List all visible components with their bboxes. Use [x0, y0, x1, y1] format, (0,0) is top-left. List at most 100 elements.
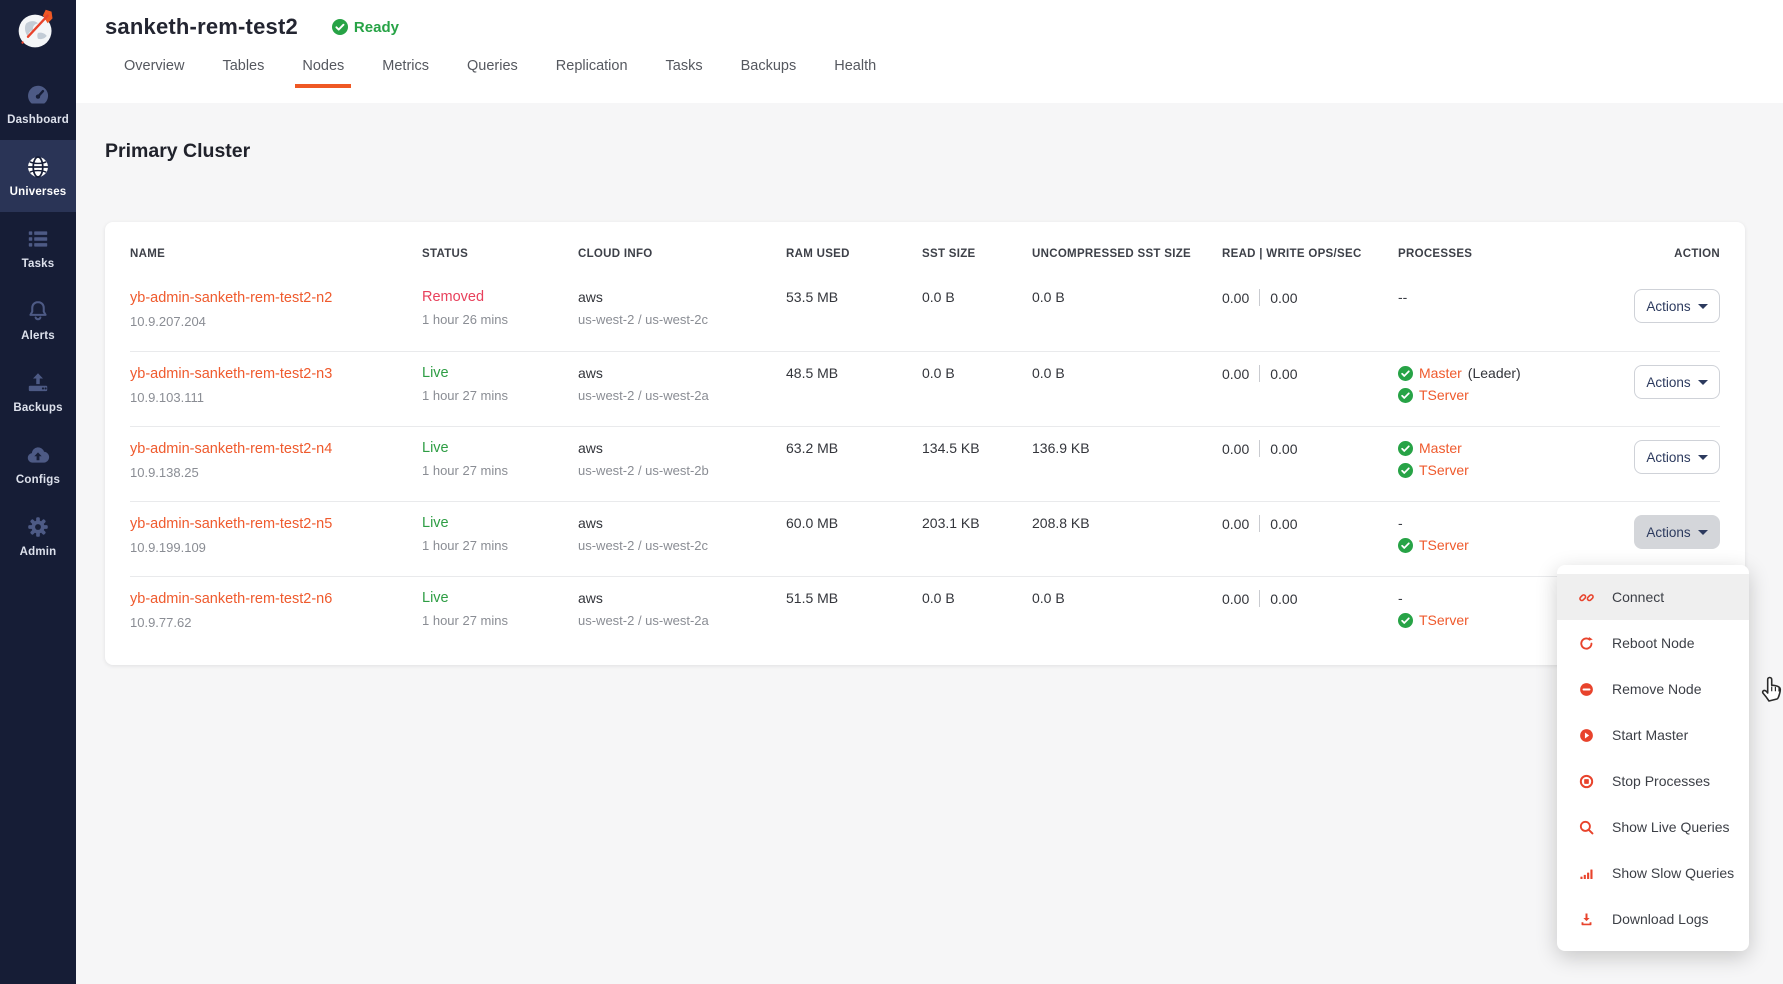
- process-line: TServer: [1398, 387, 1598, 403]
- ops-divider: [1259, 440, 1260, 457]
- caret-down-icon: [1698, 380, 1708, 385]
- sidebar-item-label: Configs: [16, 474, 60, 486]
- process-label[interactable]: Master: [1419, 365, 1462, 381]
- actions-button[interactable]: Actions: [1634, 515, 1720, 549]
- status-cell: Live1 hour 27 mins: [422, 440, 578, 478]
- actions-button[interactable]: Actions: [1634, 365, 1720, 399]
- ram-used-cell: 63.2 MB: [786, 440, 922, 456]
- sidebar-item-configs[interactable]: Configs: [0, 428, 76, 500]
- node-name-link[interactable]: yb-admin-sanketh-rem-test2-n2: [130, 290, 332, 306]
- process-label[interactable]: TServer: [1419, 462, 1469, 478]
- node-name-link[interactable]: yb-admin-sanketh-rem-test2-n6: [130, 591, 332, 607]
- tab-tables[interactable]: Tables: [203, 44, 283, 88]
- sst-size-cell: 134.5 KB: [922, 440, 1032, 456]
- tab-backups[interactable]: Backups: [722, 44, 816, 88]
- read-ops: 0.00: [1222, 290, 1249, 306]
- sidebar-item-label: Alerts: [21, 330, 55, 342]
- check-circle-icon: [1398, 538, 1413, 553]
- cloud-region: us-west-2 / us-west-2c: [578, 312, 786, 327]
- node-status: Live: [422, 515, 578, 531]
- table-row: yb-admin-sanketh-rem-test2-n5 10.9.199.10…: [130, 501, 1720, 576]
- process-label[interactable]: Master: [1419, 440, 1462, 456]
- actions-button[interactable]: Actions: [1634, 440, 1720, 474]
- node-name-link[interactable]: yb-admin-sanketh-rem-test2-n4: [130, 441, 332, 457]
- node-name-link[interactable]: yb-admin-sanketh-rem-test2-n5: [130, 516, 332, 532]
- ram-used-cell: 53.5 MB: [786, 289, 922, 305]
- column-header: CLOUD INFO: [578, 248, 786, 260]
- node-name-link[interactable]: yb-admin-sanketh-rem-test2-n3: [130, 366, 332, 382]
- tab-replication[interactable]: Replication: [537, 44, 647, 88]
- ram-used-cell: 48.5 MB: [786, 365, 922, 381]
- tab-queries[interactable]: Queries: [448, 44, 537, 88]
- configs-icon: [25, 442, 51, 468]
- sidebar-item-backups[interactable]: Backups: [0, 356, 76, 428]
- play-circle-icon: [1578, 727, 1595, 744]
- actions-dropdown-menu: Connect Reboot NodeRemove NodeStart Maste…: [1557, 565, 1749, 951]
- name-cell: yb-admin-sanketh-rem-test2-n5 10.9.199.10…: [130, 515, 422, 555]
- process-label: --: [1398, 289, 1407, 305]
- status-cell: Removed1 hour 26 mins: [422, 289, 578, 327]
- node-ip: 10.9.138.25: [130, 465, 422, 480]
- sst-size-cell: 0.0 B: [922, 590, 1032, 606]
- sst-size-cell: 0.0 B: [922, 365, 1032, 381]
- menu-item-connect[interactable]: Connect: [1557, 574, 1749, 620]
- read-ops: 0.00: [1222, 516, 1249, 532]
- actions-button[interactable]: Actions: [1634, 289, 1720, 323]
- menu-item-download-logs[interactable]: Download Logs: [1557, 896, 1749, 942]
- menu-item-stop-processes[interactable]: Stop Processes: [1557, 758, 1749, 804]
- uncompressed-sst-cell: 136.9 KB: [1032, 440, 1222, 456]
- app-logo[interactable]: [0, 0, 76, 62]
- status-cell: Live1 hour 27 mins: [422, 590, 578, 628]
- ops-divider: [1259, 289, 1260, 306]
- action-cell: Actions: [1598, 515, 1720, 549]
- process-label[interactable]: TServer: [1419, 537, 1469, 553]
- actions-button-label: Actions: [1646, 525, 1690, 540]
- admin-icon: [25, 514, 51, 540]
- table-row: yb-admin-sanketh-rem-test2-n310.9.103.11…: [130, 351, 1720, 426]
- tab-tasks[interactable]: Tasks: [647, 44, 722, 88]
- sidebar-item-tasks[interactable]: Tasks: [0, 212, 76, 284]
- actions-button-label: Actions: [1646, 375, 1690, 390]
- node-status: Live: [422, 365, 578, 381]
- menu-item-show-slow-queries[interactable]: Show Slow Queries: [1557, 850, 1749, 896]
- read-ops: 0.00: [1222, 441, 1249, 457]
- node-status: Live: [422, 590, 578, 606]
- process-line: TServer: [1398, 462, 1598, 478]
- node-status: Live: [422, 440, 578, 456]
- menu-item-reboot-node[interactable]: Reboot Node: [1557, 620, 1749, 666]
- remove-circle-icon: [1578, 681, 1595, 698]
- tab-nodes[interactable]: Nodes: [283, 44, 363, 88]
- check-circle-icon: [1398, 366, 1413, 381]
- search-icon: [1578, 819, 1595, 836]
- read-ops: 0.00: [1222, 366, 1249, 382]
- cloud-info-cell: awsus-west-2 / us-west-2b: [578, 440, 786, 478]
- sidebar-item-dashboard[interactable]: Dashboard: [0, 68, 76, 140]
- processes-cell: -TServer: [1398, 515, 1598, 559]
- bar-chart-icon: [1578, 865, 1595, 882]
- table-row: yb-admin-sanketh-rem-test2-n4 10.9.138.25…: [130, 426, 1720, 501]
- tab-overview[interactable]: Overview: [105, 44, 203, 88]
- process-label[interactable]: TServer: [1419, 387, 1469, 403]
- read-write-ops-cell: 0.000.00: [1222, 440, 1398, 457]
- node-uptime: 1 hour 27 mins: [422, 538, 578, 553]
- write-ops: 0.00: [1270, 366, 1297, 382]
- sidebar-item-alerts[interactable]: Alerts: [0, 284, 76, 356]
- process-label[interactable]: TServer: [1419, 612, 1469, 628]
- menu-item-remove-node[interactable]: Remove Node: [1557, 666, 1749, 712]
- name-cell: yb-admin-sanketh-rem-test2-n310.9.103.11…: [130, 365, 422, 405]
- tab-metrics[interactable]: Metrics: [363, 44, 448, 88]
- menu-item-show-live-queries[interactable]: Show Live Queries: [1557, 804, 1749, 850]
- menu-item-start-master[interactable]: Start Master: [1557, 712, 1749, 758]
- table-row: yb-admin-sanketh-rem-test2-n210.9.207.20…: [130, 276, 1720, 351]
- cloud-provider: aws: [578, 440, 786, 456]
- node-status: Removed: [422, 289, 578, 305]
- tab-health[interactable]: Health: [815, 44, 895, 88]
- node-ip: 10.9.199.109: [130, 540, 422, 555]
- processes-cell: Master (Leader)TServer: [1398, 365, 1598, 409]
- sidebar-item-universes[interactable]: Universes: [0, 140, 76, 212]
- cloud-provider: aws: [578, 365, 786, 381]
- tab-bar: OverviewTablesNodesMetricsQueriesReplica…: [76, 40, 1783, 88]
- sidebar-item-admin[interactable]: Admin: [0, 500, 76, 572]
- name-cell: yb-admin-sanketh-rem-test2-n4 10.9.138.25: [130, 440, 422, 480]
- menu-item-label: Connect: [1612, 589, 1664, 605]
